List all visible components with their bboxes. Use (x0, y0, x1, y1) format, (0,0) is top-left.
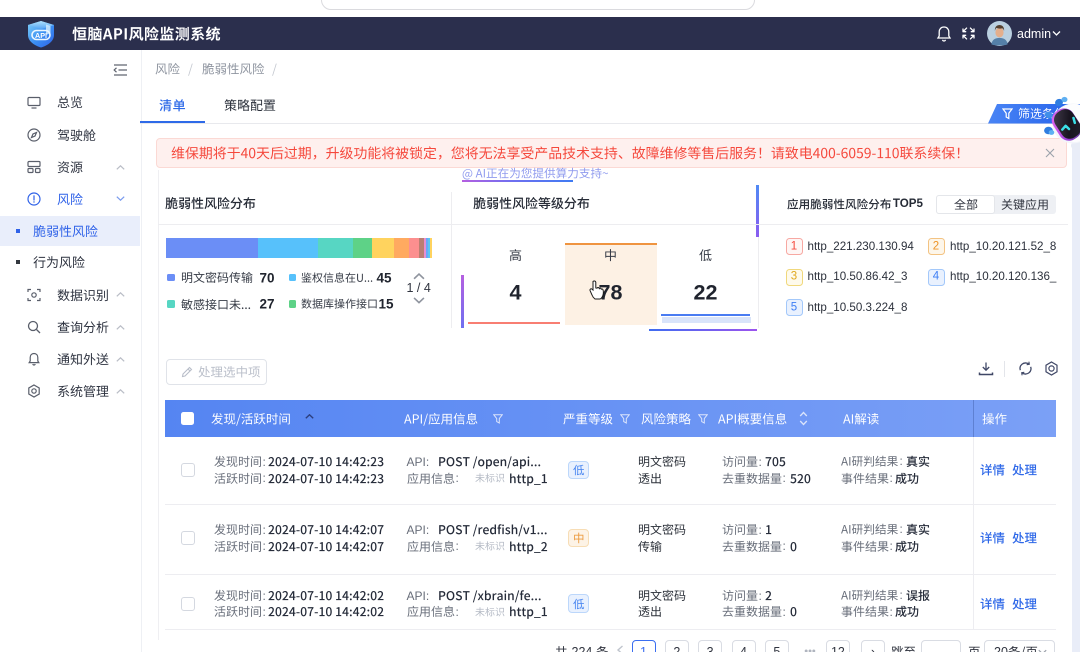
svg-text:API: API (35, 31, 47, 40)
